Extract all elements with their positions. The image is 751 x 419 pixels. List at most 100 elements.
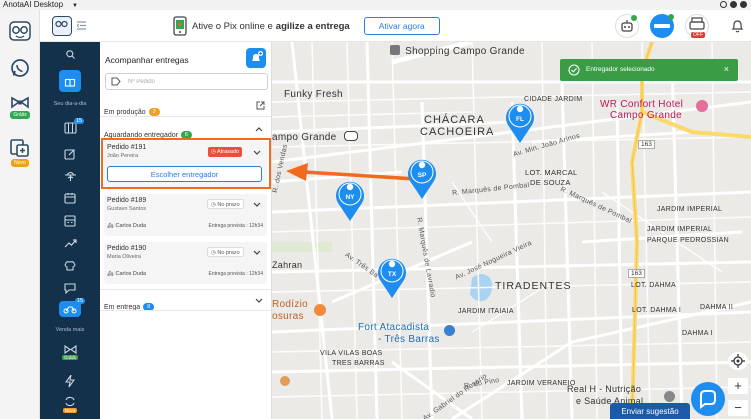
vilas-boas-label: VILA VILAS BOAS [320, 350, 383, 357]
store-pin-icon [444, 325, 455, 336]
cachoeira-label: CACHOEIRA [420, 126, 495, 138]
sidebar-item-orders[interactable]: 15 [40, 118, 100, 134]
jardim-veraneio-label: JARDIM VERANEIO [507, 380, 576, 387]
anotaai-logo-icon [9, 21, 31, 41]
chevron-down-icon[interactable] [253, 250, 261, 256]
order-number: Pedido #190 [107, 245, 147, 252]
chevron-down-icon[interactable] [255, 298, 263, 304]
garcom-app-button[interactable]: Grátis [0, 96, 40, 119]
close-window-icon[interactable] [740, 1, 747, 8]
chevron-down-icon[interactable] [253, 202, 261, 208]
courier-info: 🛵︎ Carlos Duda [107, 271, 146, 277]
notifications-bell-icon[interactable] [731, 19, 744, 33]
sidebar-item-home[interactable] [40, 70, 100, 92]
hyundai-logo-icon [344, 131, 358, 141]
pet-pin-icon [664, 391, 675, 402]
zoom-in-button[interactable]: + [728, 378, 748, 394]
active-item-highlight [59, 70, 81, 92]
divider [100, 289, 271, 290]
sidebar-item-reports[interactable] [40, 238, 100, 248]
sidebar-item-waiter[interactable]: Grátis [40, 345, 100, 360]
sidebar-item-calendar[interactable] [40, 192, 100, 204]
pin-code: SP [417, 172, 427, 179]
highway-163-shield: 163 [638, 140, 655, 149]
de-souza-label: DE SOUZA [530, 178, 571, 187]
success-toast: Entregador selecionado × [560, 59, 738, 81]
integration-status-dot [668, 14, 674, 20]
lot-marcal-label: LOT. MARCAL [525, 168, 578, 177]
motorcycle-icon [63, 306, 77, 314]
on-time-status-text: No prazo [217, 202, 240, 208]
on-time-status-badge: ◷ No prazo [207, 199, 244, 209]
lightning-icon [65, 375, 75, 387]
on-time-status-text: No prazo [217, 250, 240, 256]
zoom-out-button[interactable]: − [728, 400, 748, 416]
gift-icon [64, 78, 76, 87]
sidebar-item-chat[interactable] [40, 282, 100, 294]
shopping-label: Shopping Campo Grande [390, 45, 525, 57]
wr-hotel-label: WR Confort Hotel [600, 99, 684, 110]
whatsapp-app-button[interactable] [0, 58, 40, 78]
sidebar-item-deliveries[interactable]: 15 [40, 298, 100, 317]
whatsapp-icon [11, 59, 29, 77]
printer-status-button[interactable]: OFF [685, 14, 709, 38]
sidebar-item-menu[interactable] [40, 170, 100, 182]
pin-code: FL [516, 116, 524, 123]
delivery-integration-button[interactable] [650, 14, 674, 38]
window-title: AnotaAI Desktop [3, 0, 64, 9]
building-icon [280, 376, 290, 386]
courier-name: Carlos Duda [115, 271, 147, 277]
divider [100, 116, 271, 117]
deliveries-count-badge: 15 [75, 298, 86, 304]
collapse-menu-icon[interactable] [77, 21, 86, 30]
sidebar-item-boost[interactable] [40, 375, 100, 387]
courier-name: Carlos Duda [115, 223, 147, 229]
order-search-box[interactable] [105, 73, 268, 90]
sidebar-item-sync[interactable]: Novo [40, 396, 100, 413]
sidebar-search[interactable] [40, 50, 100, 59]
tag-icon [111, 77, 121, 86]
printer-app-button[interactable]: Novo [0, 138, 40, 167]
sidebar-item-kitchen[interactable] [40, 260, 100, 272]
chevron-up-icon[interactable] [255, 126, 263, 132]
title-bar: AnotaAI Desktop ▼ [0, 0, 751, 10]
sidebar-item-cash[interactable] [40, 215, 100, 227]
robot-button[interactable] [615, 14, 639, 38]
app-window: AnotaAI Desktop ▼ Grátis Novo Ative o Pi… [0, 0, 751, 419]
activate-now-button[interactable]: Ativar agora [363, 17, 440, 35]
trend-chart-icon [64, 239, 77, 248]
notify-courier-button[interactable] [246, 48, 266, 68]
order-number: Pedido #189 [107, 197, 147, 204]
shopping-bag-icon [390, 45, 400, 55]
rodizio-label: Rodízio [272, 299, 309, 310]
production-count-badge: 2 [148, 108, 160, 116]
calendar-icon [64, 193, 76, 204]
printer-off-badge: OFF [691, 32, 705, 38]
group-in-delivery[interactable]: Em entrega 9 [104, 296, 155, 314]
check-circle-icon [568, 64, 580, 76]
header-logo[interactable] [52, 16, 72, 36]
customer-name: Gustavo Santos [107, 206, 147, 212]
maximize-window-icon[interactable] [730, 1, 737, 8]
cash-register-icon [64, 215, 76, 227]
bell-plus-icon [252, 51, 263, 61]
toast-close-icon[interactable]: × [724, 64, 729, 74]
minimize-window-icon[interactable] [720, 1, 727, 8]
tres-barras-label: TRES BARRAS [332, 360, 385, 367]
delivery-map[interactable]: Shopping Campo Grande Funky Fresh CHÁCAR… [272, 42, 751, 419]
order-number-input[interactable] [128, 76, 258, 87]
lot-dahma-label: LOT. DAHMA [631, 282, 677, 289]
external-link-icon[interactable] [256, 101, 265, 110]
real-h-label: Real H - Nutrição [567, 384, 642, 394]
anotaai-app-button[interactable] [0, 20, 40, 42]
send-suggestion-button[interactable]: Enviar sugestão [610, 403, 690, 419]
chef-hat-icon [64, 261, 76, 271]
on-time-status-badge: ◷ No prazo [207, 247, 244, 257]
my-location-button[interactable] [728, 352, 748, 370]
section-label-daily: Seu dia-a-dia [53, 101, 87, 107]
pin-code: NY [345, 194, 355, 201]
pix-promo: Ative o Pix online e agilize a entrega A… [173, 15, 440, 37]
sidebar-item-edit[interactable] [40, 148, 100, 160]
support-chat-button[interactable] [691, 382, 725, 416]
courier-info: 🛵︎ Carlos Duda [107, 223, 146, 229]
